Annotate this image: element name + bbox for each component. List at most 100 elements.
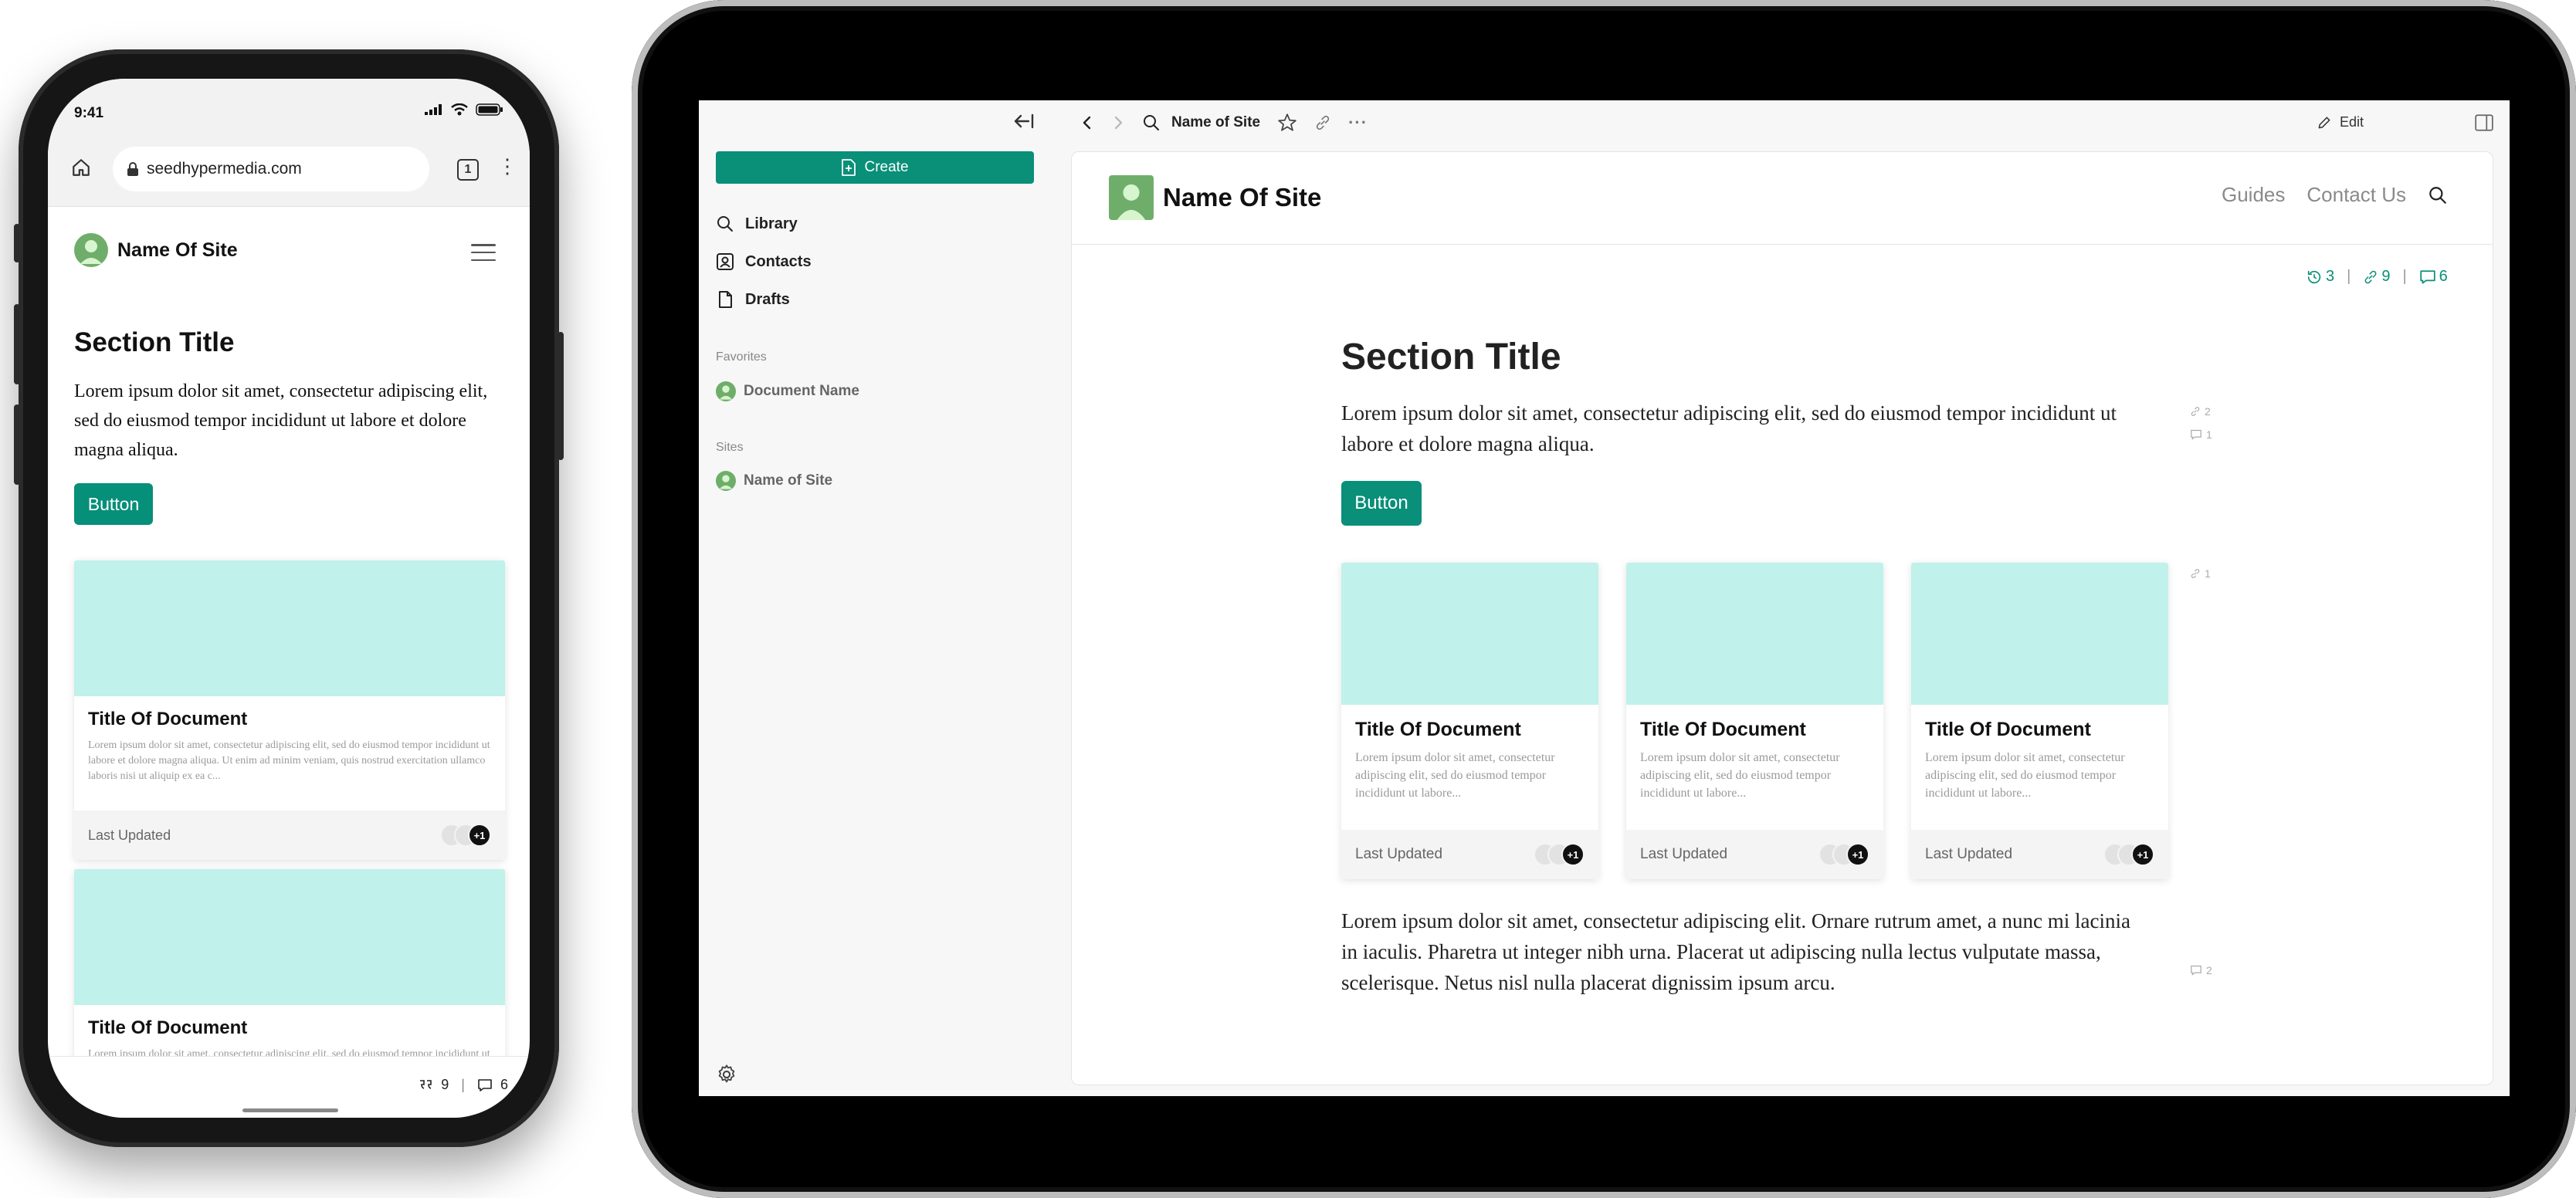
site-avatar: [1109, 175, 1154, 220]
primary-button[interactable]: Button: [74, 483, 153, 525]
site-item-label: Name of Site: [744, 472, 833, 489]
comment-icon: [2191, 429, 2201, 440]
citations-stat[interactable]: 9: [2363, 268, 2390, 286]
edit-button[interactable]: Edit: [2317, 114, 2364, 130]
citation-icon[interactable]: [418, 1078, 433, 1092]
signal-icon: [425, 104, 442, 115]
side-panel-icon[interactable]: [2474, 113, 2494, 133]
url-text: seedhypermedia.com: [147, 160, 302, 178]
toolbar-site-title[interactable]: Name of Site: [1142, 113, 1260, 132]
comment-icon[interactable]: [477, 1078, 493, 1092]
paragraph-link-value: 2: [2205, 405, 2211, 418]
card-avatars: +1: [440, 824, 491, 847]
card-last-updated: Last Updated: [1355, 846, 1443, 862]
cards-link-value: 1: [2205, 567, 2211, 580]
gear-icon[interactable]: [716, 1064, 737, 1085]
back-icon[interactable]: [1080, 114, 1094, 131]
site-header[interactable]: Name Of Site: [74, 233, 238, 267]
more-options-icon[interactable]: ···: [1348, 113, 1368, 133]
phone-mute-switch: [14, 224, 20, 262]
site-name: Name Of Site: [1163, 183, 1322, 212]
card-excerpt: Lorem ipsum dolor sit amet, consectetur …: [1355, 751, 1555, 800]
card-title: Title Of Document: [88, 709, 248, 729]
versions-stat[interactable]: 3: [2306, 268, 2334, 286]
hamburger-menu-icon[interactable]: [471, 244, 496, 261]
url-field[interactable]: seedhypermedia.com: [113, 147, 429, 191]
history-icon: [2307, 270, 2321, 283]
card-last-updated: Last Updated: [1640, 846, 1728, 862]
link-icon: [2364, 270, 2377, 283]
sidebar-item-contacts[interactable]: Contacts: [716, 252, 812, 271]
link-icon[interactable]: [1314, 114, 1331, 131]
site-home-link[interactable]: Name Of Site: [1109, 175, 1321, 220]
section-title: Section Title: [1341, 337, 1561, 377]
avatar-more-count: +1: [1846, 843, 1869, 866]
star-icon[interactable]: [1277, 113, 1297, 133]
paragraph2-comment-count[interactable]: 2: [2190, 964, 2212, 976]
home-indicator[interactable]: [242, 1108, 338, 1112]
toolbar-title-text: Name of Site: [1171, 114, 1261, 130]
versions-count: 3: [2326, 268, 2335, 285]
comment-icon: [2419, 269, 2435, 284]
card-footer: Last Updated +1: [1626, 830, 1883, 879]
paragraph-comment-count[interactable]: 1: [2190, 428, 2212, 441]
site-nav: Guides Contact Us: [2222, 183, 2448, 207]
section-paragraph: Lorem ipsum dolor sit amet, consectetur …: [74, 381, 488, 460]
document-card[interactable]: Title Of Document Lorem ipsum dolor sit …: [1626, 563, 1883, 879]
sidebar-item-label: Contacts: [745, 252, 812, 270]
card-excerpt: Lorem ipsum dolor sit amet, consectetur …: [1925, 751, 2125, 800]
create-label: Create: [864, 159, 909, 175]
phone-volume-down: [14, 404, 20, 485]
tab-count-button[interactable]: 1: [457, 159, 479, 181]
sidebar: Create Library Contacts Drafts Favorites…: [699, 100, 1069, 1096]
pencil-icon: [2318, 117, 2330, 128]
cards-link-count[interactable]: 1: [2190, 567, 2211, 580]
stats-separator: |: [2347, 268, 2351, 285]
document-avatar: [716, 381, 736, 401]
phone-power-button: [558, 332, 564, 460]
edit-label: Edit: [2340, 114, 2364, 130]
card-footer: Last Updated +1: [1911, 830, 2168, 879]
top-toolbar: Name of Site ··· Edit: [1069, 100, 2510, 150]
citation-count: 9: [441, 1077, 449, 1092]
paragraph-link-count[interactable]: 2: [2190, 405, 2211, 418]
link-icon: [2191, 569, 2200, 578]
favorite-item[interactable]: Document Name: [716, 381, 859, 401]
site-item[interactable]: Name of Site: [716, 471, 832, 491]
sidebar-item-drafts[interactable]: Drafts: [716, 290, 790, 309]
phone-screen: 9:41 seedhypermedia.com 1 ⋮ Name Of Site…: [48, 79, 530, 1118]
body-paragraph: Lorem ipsum dolor sit amet, consectetur …: [1341, 909, 2130, 994]
card-avatars: +1: [2103, 843, 2154, 866]
avatar-more-count: +1: [2131, 843, 2154, 866]
create-button[interactable]: Create: [716, 151, 1034, 184]
comment-count: 6: [500, 1077, 508, 1092]
more-vert-icon[interactable]: ⋮: [497, 156, 517, 176]
document-card[interactable]: Title Of Document Lorem ipsum dolor sit …: [1911, 563, 2168, 879]
phone-device: 9:41 seedhypermedia.com 1 ⋮ Name Of Site…: [14, 49, 564, 1147]
site-header: Name Of Site Guides Contact Us: [1072, 152, 2493, 245]
paragraph-comment-value: 1: [2206, 428, 2212, 441]
forward-icon[interactable]: [1111, 114, 1125, 131]
search-icon: [717, 216, 733, 232]
file-icon: [719, 291, 732, 308]
card-excerpt: Lorem ipsum dolor sit amet, consectetur …: [88, 739, 490, 782]
home-icon[interactable]: [71, 157, 91, 178]
search-icon[interactable]: [2428, 185, 2448, 205]
nav-contact-us[interactable]: Contact Us: [2307, 183, 2406, 207]
document-card[interactable]: Title Of Document Lorem ipsum dolor sit …: [74, 560, 505, 860]
stats-separator: |: [461, 1077, 465, 1092]
collapse-sidebar-icon[interactable]: [1012, 110, 1035, 136]
sidebar-item-library[interactable]: Library: [716, 215, 798, 233]
wifi-icon: [451, 103, 468, 116]
card-title: Title Of Document: [88, 1017, 248, 1038]
primary-button[interactable]: Button: [1341, 481, 1422, 526]
document-stats: 3 | 9 | 6: [2306, 268, 2448, 286]
citations-count: 9: [2381, 268, 2391, 285]
new-document-icon: [842, 159, 856, 176]
phone-status-bar: 9:41: [48, 79, 530, 133]
site-name: Name Of Site: [117, 239, 238, 261]
comments-stat[interactable]: 6: [2419, 268, 2448, 286]
card-image-placeholder: [1341, 563, 1598, 705]
nav-guides[interactable]: Guides: [2222, 183, 2285, 207]
document-card[interactable]: Title Of Document Lorem ipsum dolor sit …: [1341, 563, 1598, 879]
